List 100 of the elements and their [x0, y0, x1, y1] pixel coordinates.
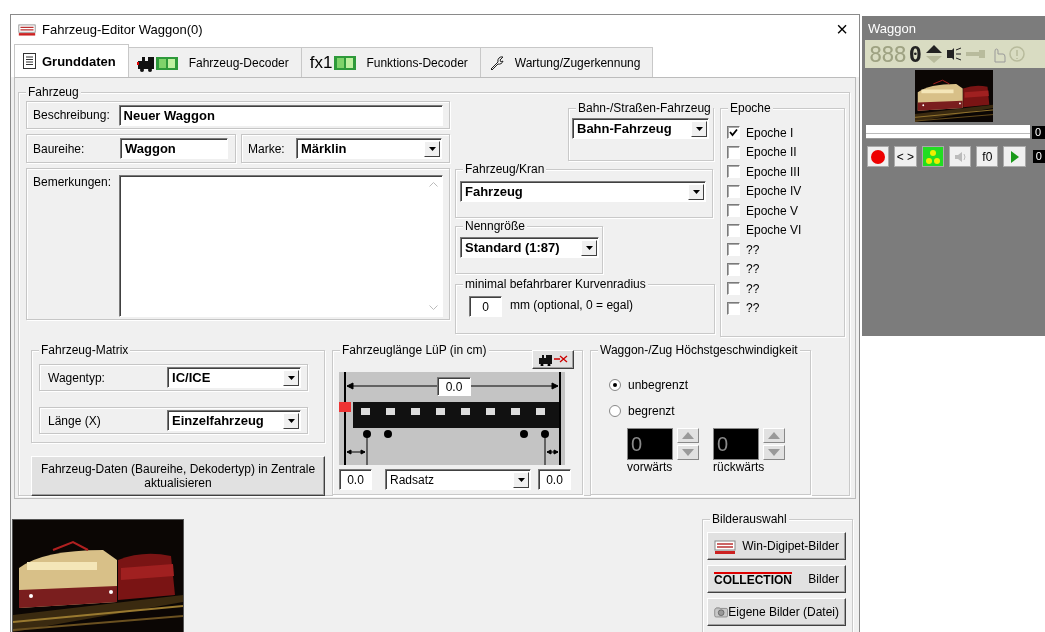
picture-source-button[interactable]: COLLECTION Bilder	[707, 565, 846, 593]
checkbox-label: Epoche IV	[746, 184, 802, 199]
group-label: Nenngröße	[463, 219, 528, 233]
speaker-icon	[954, 149, 967, 164]
checkbox-label: ??	[746, 242, 760, 257]
group-label: Bahn-/Straßen-Fahrzeug	[576, 101, 713, 115]
group-label: Fahrzeuglänge LüP (in cm)	[340, 343, 489, 357]
picture-source-button[interactable]: Win-Digipet-Bilder	[707, 532, 846, 560]
group-label: Waggon-/Zug Höchstgeschwindigkeit	[598, 343, 800, 357]
dropdown-arrow-icon	[692, 189, 700, 194]
radio-label: unbegrenzt	[628, 378, 689, 392]
checkbox[interactable]	[727, 204, 740, 218]
dropdown[interactable]: Standard (1:87)	[460, 237, 599, 258]
coupler-icon	[965, 47, 987, 61]
speed-reading: 0	[1032, 150, 1045, 163]
display-digits: 888	[869, 41, 906, 67]
fx-label: fx1	[309, 52, 333, 73]
group-label: Fahrzeug-Matrix	[39, 343, 131, 357]
dropdown[interactable]: Radsatz	[385, 469, 531, 490]
dropdown[interactable]: Märklin	[296, 138, 442, 159]
record-icon	[871, 149, 886, 164]
app-logo-icon	[714, 537, 736, 555]
toolbar-button[interactable]	[867, 146, 890, 167]
group-label: Fahrzeug	[26, 85, 81, 99]
speed-digit: 0	[908, 41, 922, 67]
checkbox[interactable]	[727, 184, 740, 198]
radio-dot-icon	[613, 383, 617, 387]
field-label: Baureihe:	[33, 141, 86, 156]
checkbox[interactable]	[727, 243, 740, 257]
spinner-label: vorwärts	[627, 460, 673, 474]
toolbar-button[interactable]: f0	[976, 146, 999, 167]
wrench-icon	[488, 54, 505, 71]
tab[interactable]: Grunddaten	[14, 44, 129, 77]
checkbox[interactable]	[727, 165, 740, 179]
checkbox[interactable]	[727, 301, 740, 315]
input-field[interactable]: Neuer Waggon	[118, 104, 443, 126]
input-field[interactable]: 0	[469, 296, 502, 317]
dropdown-arrow-icon	[695, 126, 703, 131]
checkbox-label: Epoche VI	[746, 223, 802, 238]
checkbox-label: Epoche V	[746, 203, 799, 218]
document-icon	[23, 53, 36, 69]
spinner-label: rückwärts	[713, 460, 765, 474]
checkbox[interactable]	[727, 262, 740, 276]
checkbox-label: ??	[746, 262, 760, 277]
group-label: Fahrzeug/Kran	[463, 162, 547, 176]
spin-down-button[interactable]	[763, 445, 785, 460]
input-field[interactable]: Waggon	[120, 138, 228, 159]
input-field[interactable]: 0.0	[339, 469, 372, 490]
picture-source-button[interactable]: Eigene Bilder (Datei)	[707, 598, 846, 626]
toolbar-button[interactable]: < >	[894, 146, 917, 167]
dropdown[interactable]: IC/ICE	[167, 367, 301, 388]
tab[interactable]: Wartung/Zugerkennung	[479, 47, 654, 77]
input-field[interactable]: 0.0	[437, 377, 471, 396]
spin-up-button[interactable]	[677, 428, 699, 443]
checkbox-label: ??	[746, 281, 760, 296]
dropdown[interactable]: Fahrzeug	[460, 181, 706, 202]
field-label: Beschreibung:	[33, 108, 111, 122]
collection-logo: COLLECTION	[714, 571, 792, 587]
checkbox[interactable]	[727, 145, 740, 159]
dropdown[interactable]: Bahn-Fahrzeug	[572, 118, 709, 139]
update-button[interactable]: Fahrzeug-Daten (Baureihe, Dekodertyp) in Zentrale aktualisieren	[31, 456, 325, 496]
toolbar-button[interactable]	[921, 146, 944, 167]
vehicle-cut-button[interactable]	[532, 350, 574, 369]
dropdown-arrow-icon	[517, 477, 525, 482]
checkbox[interactable]	[727, 223, 740, 237]
function-dots-icon	[925, 149, 940, 164]
play-icon	[1009, 149, 1020, 164]
group-label: Epoche	[728, 101, 773, 115]
dropdown-arrow-icon	[585, 245, 593, 250]
dropdown-arrow-icon	[287, 418, 295, 423]
decoder-chip-icon	[334, 55, 357, 70]
speed-field[interactable]: 0	[713, 428, 759, 460]
speed-slider[interactable]	[866, 125, 1030, 139]
close-button[interactable]: ×	[825, 15, 859, 43]
headlight-icon	[946, 47, 962, 61]
slider-reading: 0	[1032, 126, 1045, 139]
spin-down-button[interactable]	[677, 445, 699, 460]
vehicle-name: Waggon	[867, 20, 917, 38]
checkbox-label: Epoche III	[746, 164, 801, 179]
direction-arrows-icon	[925, 44, 943, 64]
speed-field[interactable]: 0	[627, 428, 673, 460]
tab[interactable]: Fahrzeug-Decoder	[127, 47, 302, 77]
unit-label: mm (optional, 0 = egal)	[510, 297, 634, 314]
radio-button[interactable]	[609, 379, 621, 391]
input-field[interactable]: 0.0	[538, 469, 571, 490]
tab[interactable]: fx1 Funktions-Decoder	[300, 47, 481, 77]
camera-icon	[714, 604, 729, 620]
down-arrow-icon	[768, 449, 780, 456]
info-icon	[1009, 46, 1025, 62]
field-label: Marke:	[248, 141, 286, 156]
dropdown[interactable]: Einzelfahrzeug	[167, 410, 301, 431]
up-arrow-icon	[682, 432, 694, 439]
field-label: Wagentyp:	[48, 370, 106, 385]
checkbox[interactable]	[727, 282, 740, 296]
checkbox[interactable]	[727, 126, 740, 140]
toolbar-button[interactable]	[948, 146, 972, 167]
down-arrow-icon	[682, 449, 694, 456]
radio-button[interactable]	[609, 405, 621, 417]
spin-up-button[interactable]	[763, 428, 785, 443]
toolbar-button[interactable]	[1003, 146, 1026, 167]
